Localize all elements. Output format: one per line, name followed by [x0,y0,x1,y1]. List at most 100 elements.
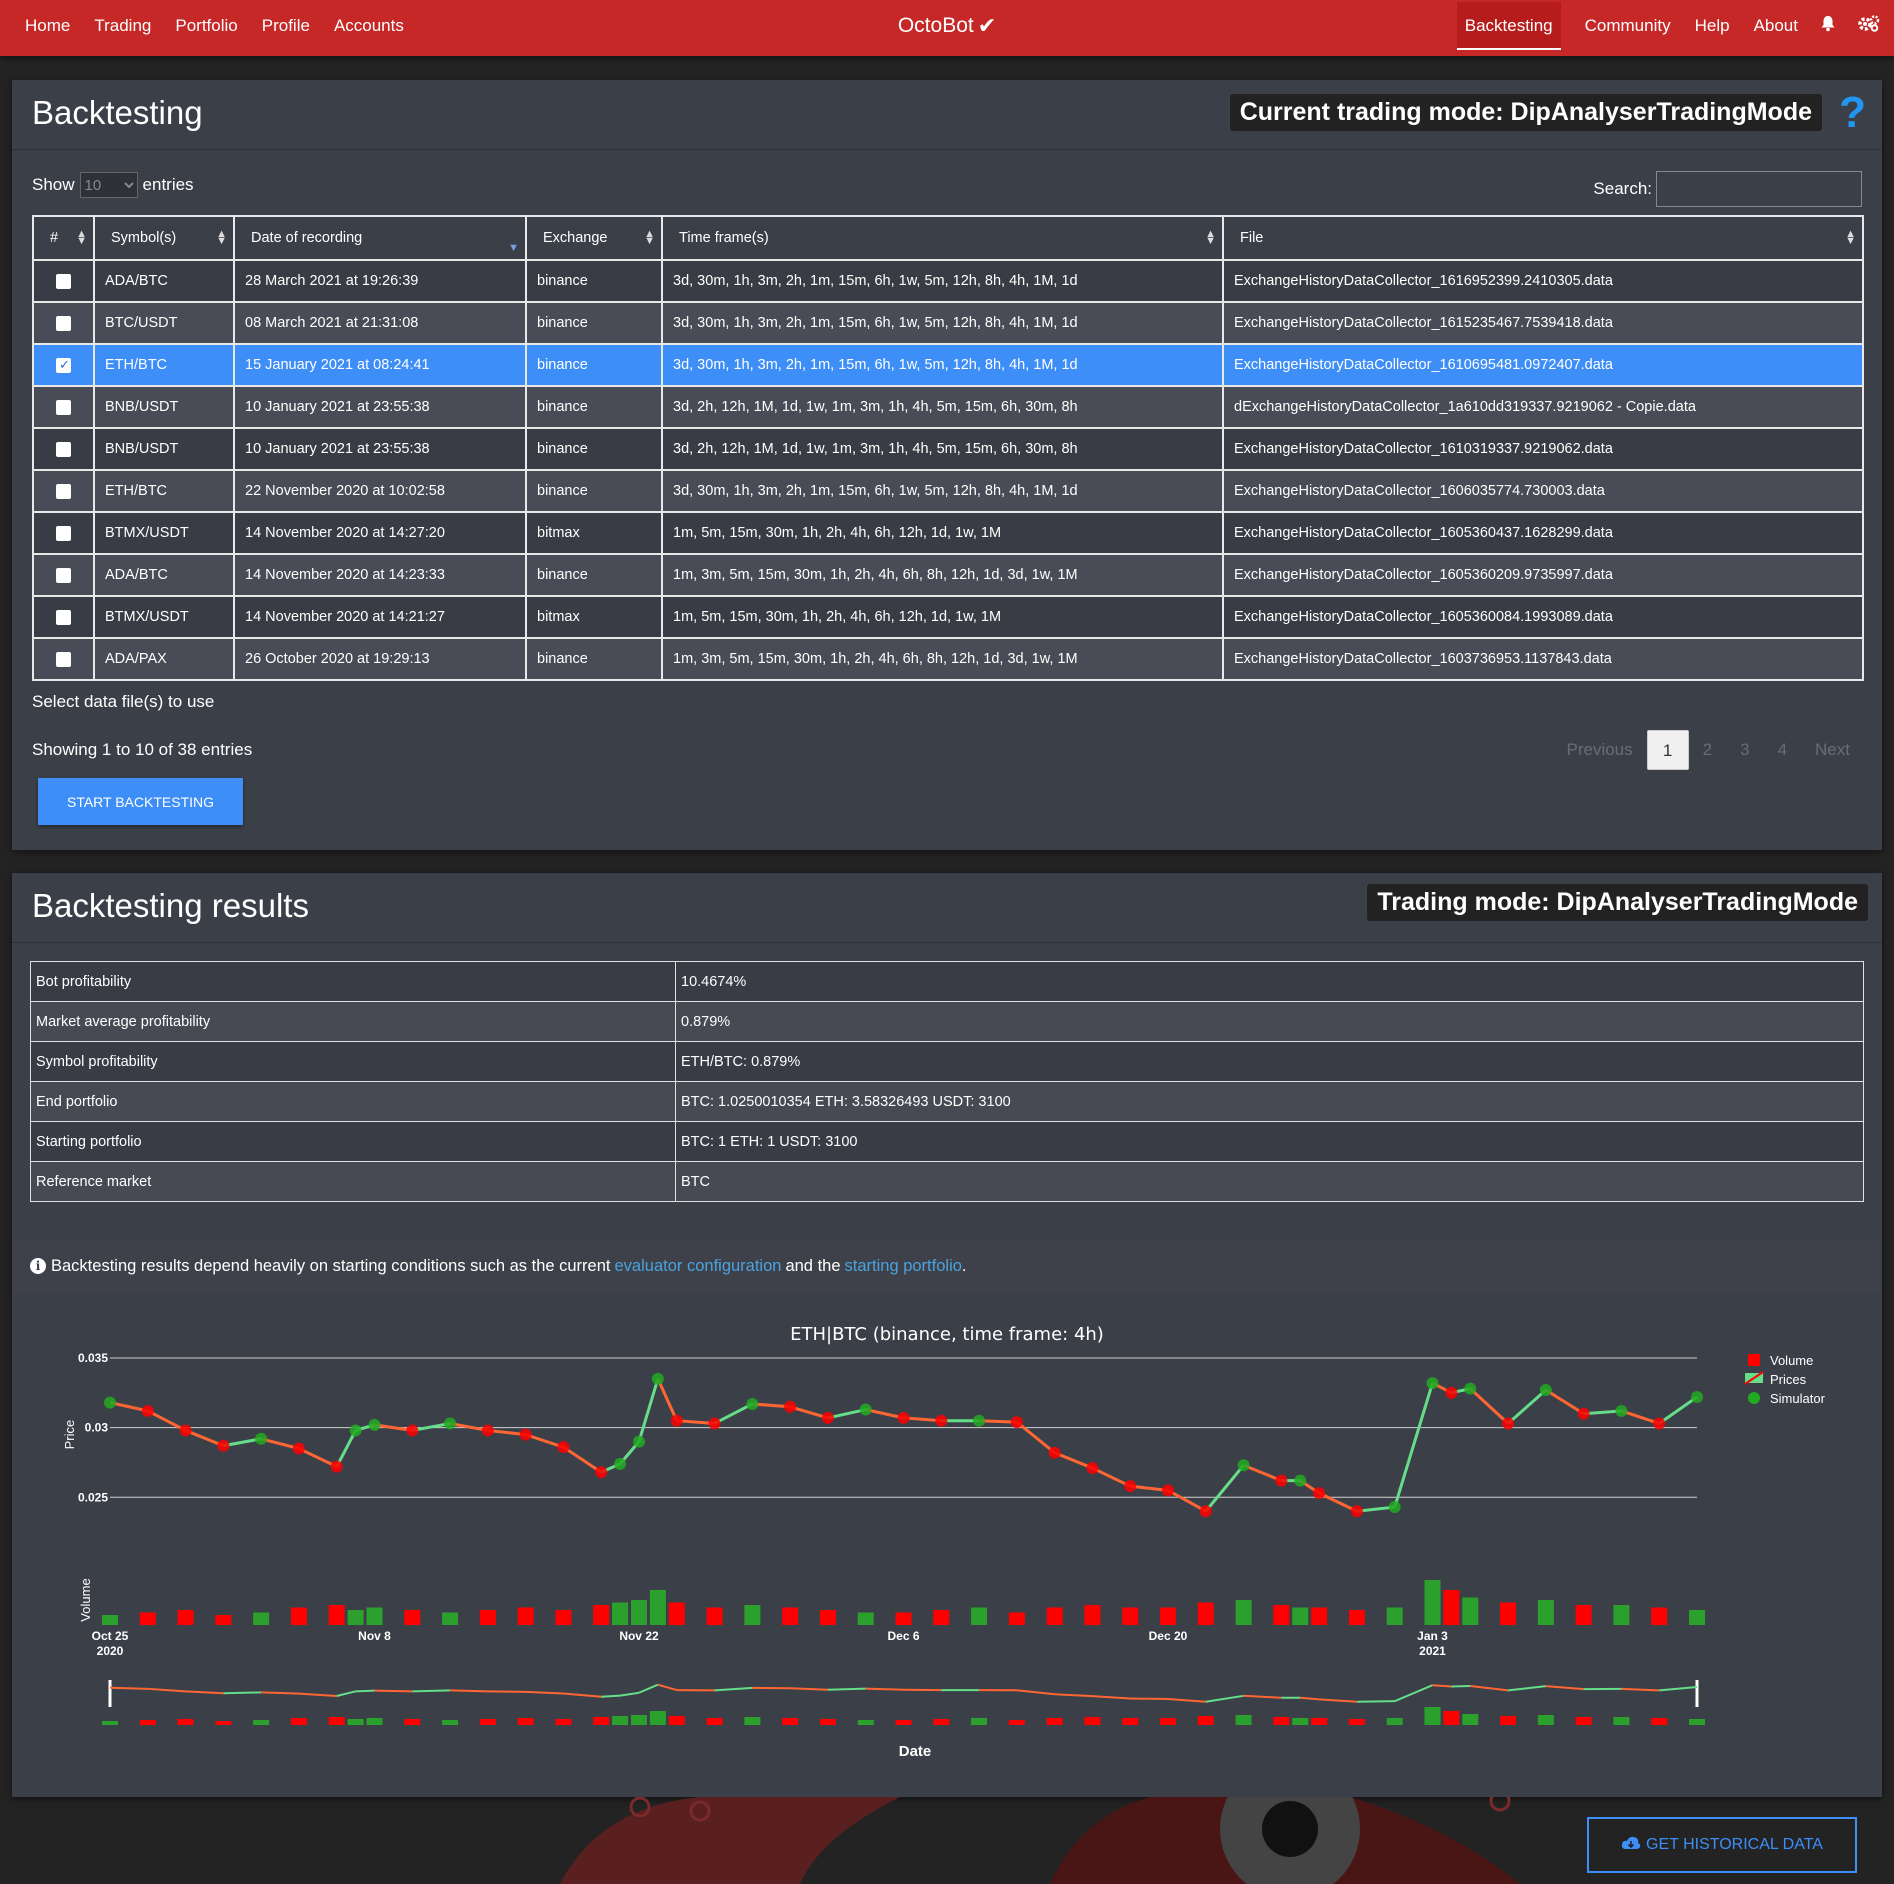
table-row[interactable]: ETH/BTC15 January 2021 at 08:24:41binanc… [32,343,1864,387]
col-timeframes[interactable]: Time frame(s) ▲ ▼ [661,215,1224,261]
row-checkbox[interactable] [56,651,71,667]
exchange-cell: bitmax [525,595,663,639]
range-volume-bar [479,1719,496,1725]
price-point [406,1424,419,1437]
start-backtesting-button[interactable]: START BACKTESTING [38,778,243,825]
volume-bar [1386,1607,1403,1625]
volume-bar [404,1610,421,1625]
row-select-cell[interactable] [32,595,95,639]
table-row[interactable]: ADA/BTC 28 March 2021 at 19:26:39 binance 3… [32,259,1864,303]
table-row[interactable]: BNB/USDT 10 January 2021 at 23:55:38 binan… [32,427,1864,471]
volume-bar [744,1605,761,1625]
results-card: Backtesting results Trading mode: DipAna… [12,873,1882,1797]
starting-portfolio-link[interactable]: starting portfolio [845,1257,962,1276]
table-row[interactable]: BTMX/USDT 14 November 2020 at 14:27:20 bit… [32,511,1864,555]
row-select-cell[interactable] [32,343,95,387]
table-row[interactable]: BNB/USDT 10 January 2021 at 23:55:38 binan… [32,385,1864,429]
page-2-button[interactable]: 2 [1689,730,1726,770]
nav-portfolio-link[interactable]: Portfolio [175,16,237,36]
evaluator-config-link[interactable]: evaluator configuration [615,1257,782,1276]
previous-button[interactable]: Previous [1552,730,1646,770]
table-row[interactable]: ADA/BTC 14 November 2020 at 14:23:33 binan… [32,553,1864,597]
range-price-segment [1621,1687,1660,1692]
table-row[interactable]: ADA/PAX 26 October 2020 at 19:29:13 binanc… [32,637,1864,681]
row-checkbox[interactable] [56,525,71,541]
page-1-button[interactable]: 1 [1646,730,1689,770]
range-volume-bar [933,1719,950,1725]
page-3-button[interactable]: 3 [1726,730,1763,770]
row-checkbox[interactable] [56,609,71,625]
row-select-cell[interactable] [32,553,95,597]
next-button[interactable]: Next [1801,730,1864,770]
volume-bar [895,1612,912,1625]
nav-trading-link[interactable]: Trading [94,16,151,36]
row-select-cell[interactable] [32,301,95,345]
get-historical-data-button[interactable]: GET HISTORICAL DATA [1587,1817,1857,1873]
nav-about-link[interactable]: About [1754,16,1798,36]
table-row[interactable]: BTC/USDT 08 March 2021 at 21:31:08 binance… [32,301,1864,345]
price-chart[interactable]: ETH|BTC (binance, time frame: 4h) 0.035 0.… [12,1303,1882,1793]
col-exchange[interactable]: Exchange ▲ ▼ [525,215,663,261]
price-segment [1204,1464,1245,1513]
row-checkbox[interactable] [56,483,71,499]
col-file[interactable]: File ▲ ▼ [1222,215,1864,261]
x-tick-sublabel: 2021 [1419,1644,1446,1658]
price-point [255,1432,268,1445]
row-select-cell[interactable] [32,637,95,681]
bell-icon[interactable] [1820,15,1836,37]
page-4-button[interactable]: 4 [1764,730,1801,770]
table-row[interactable]: ETH/BTC 22 November 2020 at 10:02:58 binan… [32,469,1864,513]
nav-home-link[interactable]: Home [25,16,70,36]
price-segment [185,1429,224,1448]
table-row[interactable]: BTMX/USDT 14 November 2020 at 14:21:27 bit… [32,595,1864,639]
row-checkbox[interactable] [56,567,71,583]
row-checkbox[interactable] [56,315,71,331]
chart-svg[interactable]: ETH|BTC (binance, time frame: 4h) 0.035 0.… [12,1303,1882,1793]
col-symbol[interactable]: Symbol(s) ▲ ▼ [93,215,235,261]
y-tick-label: 0.03 [85,1421,109,1435]
entries-select[interactable]: 10 [79,172,138,198]
price-segment [562,1445,603,1474]
timeframes-cell: 3d, 2h, 12h, 1M, 1d, 1w, 1m, 3m, 1h, 4h,… [661,385,1224,429]
date-cell: 14 November 2020 at 14:27:20 [233,511,527,555]
search-input[interactable] [1656,171,1862,207]
backtesting-title: Backtesting [32,94,203,131]
volume-bar [366,1607,383,1625]
file-cell: ExchangeHistoryDataCollector_1616952399.… [1222,259,1864,303]
nav-backtesting-link[interactable]: Backtesting [1456,2,1561,50]
nav-accounts-link[interactable]: Accounts [334,16,404,36]
row-select-cell[interactable] [32,511,95,555]
volume-bar [215,1615,232,1625]
row-checkbox[interactable] [56,399,71,415]
row-select-cell[interactable] [32,259,95,303]
range-price-segment [1659,1686,1698,1692]
help-icon[interactable]: ? [1839,88,1866,138]
range-volume-bar [1160,1718,1176,1725]
range-volume-bar [819,1719,836,1725]
row-checkbox[interactable] [56,441,71,457]
row-checkbox[interactable] [56,357,71,373]
brand-name[interactable]: OctoBot [898,14,974,38]
col-date[interactable]: Date of recording ▼ [233,215,527,261]
nav-help-link[interactable]: Help [1695,16,1730,36]
cogs-icon[interactable] [1858,15,1880,37]
price-segment [1393,1382,1434,1508]
col-number[interactable]: # ▲ ▼ [32,215,95,261]
nav-profile-link[interactable]: Profile [262,16,310,36]
symbol-cell: ETH/BTC [93,469,235,513]
volume-bar [347,1610,364,1625]
price-point [1199,1505,1212,1518]
volume-bar [612,1602,629,1625]
price-point [1294,1474,1307,1487]
row-select-cell[interactable] [32,385,95,429]
range-volume-bar [347,1719,364,1725]
volume-bar [517,1607,534,1625]
nav-community-link[interactable]: Community [1585,16,1671,36]
results-header: Backtesting results Trading mode: DipAna… [12,873,1882,943]
row-select-cell[interactable] [32,469,95,513]
price-point [292,1442,305,1455]
nav-left: Home Trading Portfolio Profile Accounts [25,0,428,52]
row-select-cell[interactable] [32,427,95,471]
row-checkbox[interactable] [56,273,71,289]
volume-bar [177,1610,194,1625]
